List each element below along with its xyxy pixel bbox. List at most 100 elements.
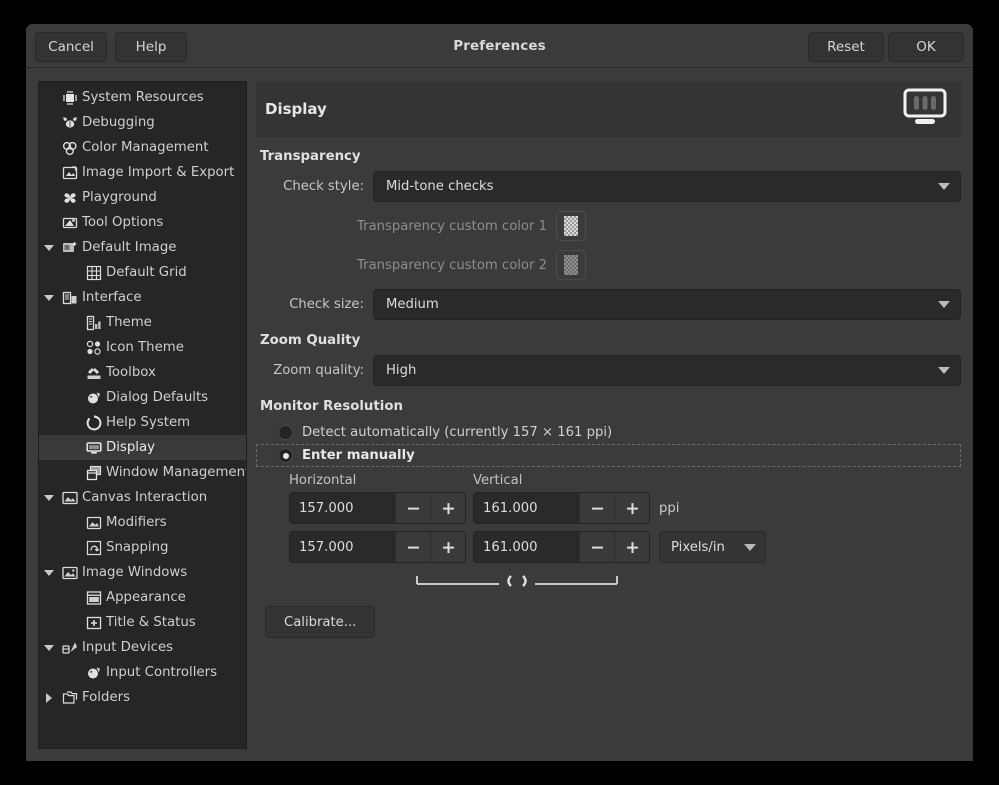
appearance-icon (83, 589, 105, 607)
sidebar-item-help-system[interactable]: Help System (39, 410, 246, 435)
sidebar-item-default-image[interactable]: Default Image (39, 235, 246, 260)
sidebar-item-default-grid[interactable]: Default Grid (39, 260, 246, 285)
sidebar-item-appearance[interactable]: Appearance (39, 585, 246, 610)
sidebar-item-modifiers[interactable]: Modifiers (39, 510, 246, 535)
sidebar-item-tool-options[interactable]: Tool Options (39, 210, 246, 235)
sidebar-item-title-status[interactable]: Title & Status (39, 610, 246, 635)
horizontal-unit-input[interactable]: 157.000 (290, 532, 395, 562)
sidebar-item-canvas-interaction[interactable]: Canvas Interaction (39, 485, 246, 510)
ok-button[interactable]: OK (888, 32, 964, 62)
input-controllers-icon (83, 664, 105, 682)
sidebar-item-label: Appearance (106, 590, 186, 605)
vertical-unit-increment-button[interactable] (614, 532, 649, 562)
chevron-down-icon[interactable] (39, 570, 59, 576)
sidebar-item-snapping[interactable]: Snapping (39, 535, 246, 560)
toolbox-icon (83, 364, 105, 382)
preferences-sidebar[interactable]: System ResourcesDebuggingColor Managemen… (38, 81, 247, 749)
vertical-unit-input[interactable]: 161.000 (474, 532, 579, 562)
horizontal-unit-spinner[interactable]: 157.000 (289, 531, 466, 563)
sidebar-item-label: Window Management (106, 465, 247, 480)
sidebar-item-color-management[interactable]: Color Management (39, 135, 246, 160)
vertical-unit-decrement-button[interactable] (579, 532, 614, 562)
custom-color-1-row: Transparency custom color 1 (256, 211, 961, 241)
sidebar-item-image-import-export[interactable]: Image Import & Export (39, 160, 246, 185)
calibrate-button[interactable]: Calibrate... (265, 606, 375, 638)
sidebar-item-folders[interactable]: Folders (39, 685, 246, 710)
window-management-icon (83, 464, 105, 482)
ppi-unit-label: ppi (659, 501, 679, 516)
preferences-main-panel: Display Transparency Check style: Mid-t (256, 81, 961, 749)
horizontal-ppi-decrement-button[interactable] (395, 493, 430, 523)
theme-icon (83, 314, 105, 332)
check-size-dropdown[interactable]: Medium (373, 289, 961, 320)
sidebar-item-input-controllers[interactable]: Input Controllers (39, 660, 246, 685)
sidebar-item-interface[interactable]: Interface (39, 285, 246, 310)
vertical-ppi-spinner[interactable]: 161.000 (473, 492, 650, 524)
sidebar-item-image-windows[interactable]: Image Windows (39, 560, 246, 585)
zoom-quality-dropdown[interactable]: High (373, 355, 961, 386)
sidebar-item-icon-theme[interactable]: Icon Theme (39, 335, 246, 360)
check-style-dropdown[interactable]: Mid-tone checks (373, 171, 961, 202)
default-image-icon (59, 239, 81, 257)
checkerboard-pattern (564, 255, 578, 275)
horizontal-unit-increment-button[interactable] (430, 532, 465, 562)
monitor-icon (903, 88, 947, 130)
title-status-icon (83, 614, 105, 632)
dialog-header-bar: Cancel Help Preferences Reset OK (26, 24, 973, 68)
reset-button[interactable]: Reset (808, 32, 884, 62)
broken-chain-icon (411, 572, 623, 590)
check-size-value: Medium (386, 297, 938, 312)
bug-icon (59, 114, 81, 132)
preferences-tree[interactable]: System ResourcesDebuggingColor Managemen… (39, 82, 246, 710)
radio-detect-automatically[interactable]: Detect automatically (currently 157 × 16… (256, 421, 961, 444)
help-system-icon (83, 414, 105, 432)
horizontal-ppi-spinner[interactable]: 157.000 (289, 492, 466, 524)
radio-button-icon (278, 448, 293, 463)
check-size-label: Check size: (256, 297, 373, 312)
chevron-down-icon (938, 367, 950, 374)
vertical-ppi-increment-button[interactable] (614, 493, 649, 523)
zoom-quality-section-title: Zoom Quality (260, 333, 961, 348)
vertical-ppi-decrement-button[interactable] (579, 493, 614, 523)
color-management-icon (59, 139, 81, 157)
sidebar-item-label: Dialog Defaults (106, 390, 208, 405)
chevron-right-icon[interactable] (39, 693, 59, 703)
custom-color-1-swatch[interactable] (556, 211, 586, 241)
snapping-icon (83, 539, 105, 557)
radio-enter-manually[interactable]: Enter manually (256, 444, 961, 467)
vertical-unit-spinner[interactable]: 161.000 (473, 531, 650, 563)
check-style-row: Check style: Mid-tone checks (256, 171, 961, 202)
chevron-down-icon (938, 301, 950, 308)
sidebar-item-label: Input Devices (82, 640, 173, 655)
custom-color-2-swatch[interactable] (556, 250, 586, 280)
chevron-down-icon[interactable] (39, 245, 59, 251)
chevron-down-icon[interactable] (39, 295, 59, 301)
sidebar-item-playground[interactable]: Playground (39, 185, 246, 210)
resolution-unit-dropdown[interactable]: Pixels/in (659, 531, 766, 563)
chevron-down-icon[interactable] (39, 495, 59, 501)
horizontal-column-label: Horizontal (289, 473, 473, 488)
transparency-section-title: Transparency (260, 149, 961, 164)
sidebar-item-dialog-defaults[interactable]: Dialog Defaults (39, 385, 246, 410)
chevron-down-icon (744, 544, 756, 551)
dialog-body: System ResourcesDebuggingColor Managemen… (26, 69, 973, 761)
vertical-ppi-input[interactable]: 161.000 (474, 493, 579, 523)
radio-button-icon (278, 425, 293, 440)
sidebar-item-label: Playground (82, 190, 157, 205)
chip-icon (59, 89, 81, 107)
sidebar-item-theme[interactable]: Theme (39, 310, 246, 335)
sidebar-item-toolbox[interactable]: Toolbox (39, 360, 246, 385)
sidebar-item-label: Tool Options (82, 215, 163, 230)
tool-options-icon (59, 214, 81, 232)
chevron-down-icon[interactable] (39, 645, 59, 651)
page-title: Display (265, 100, 903, 118)
sidebar-item-debugging[interactable]: Debugging (39, 110, 246, 135)
sidebar-item-system-resources[interactable]: System Resources (39, 85, 246, 110)
horizontal-ppi-input[interactable]: 157.000 (290, 493, 395, 523)
horizontal-unit-decrement-button[interactable] (395, 532, 430, 562)
chain-link-toggle[interactable] (322, 570, 712, 592)
sidebar-item-display[interactable]: Display (39, 435, 246, 460)
sidebar-item-input-devices[interactable]: Input Devices (39, 635, 246, 660)
sidebar-item-window-management[interactable]: Window Management (39, 460, 246, 485)
horizontal-ppi-increment-button[interactable] (430, 493, 465, 523)
